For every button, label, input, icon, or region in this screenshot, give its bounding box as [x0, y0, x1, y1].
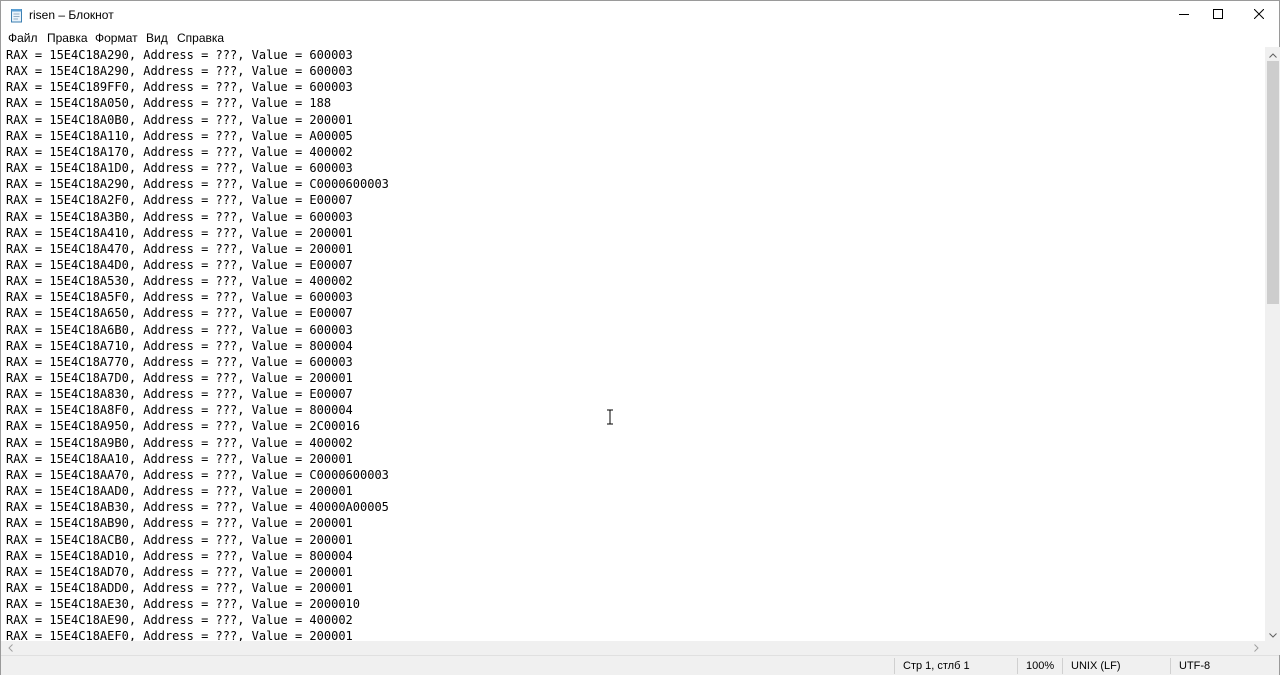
text-line: RAX = 15E4C18AE30, Address = ???, Value … — [6, 597, 361, 612]
scroll-left-button[interactable] — [3, 641, 17, 655]
notepad-icon — [10, 8, 23, 23]
text-line: RAX = 15E4C18A8F0, Address = ???, Value … — [6, 403, 353, 418]
text-line: RAX = 15E4C18A050, Address = ???, Value … — [6, 96, 332, 111]
scroll-down-button[interactable] — [1265, 627, 1280, 641]
text-line: RAX = 15E4C18A410, Address = ???, Value … — [6, 225, 353, 240]
text-line: RAX = 15E4C18A830, Address = ???, Value … — [6, 387, 353, 402]
text-line: RAX = 15E4C18A290, Address = ???, Value … — [6, 177, 389, 192]
text-line: RAX = 15E4C18AB30, Address = ???, Value … — [6, 500, 389, 515]
text-line: RAX = 15E4C18AEF0, Address = ???, Value … — [6, 629, 353, 641]
status-divider — [1062, 658, 1063, 674]
text-line: RAX = 15E4C18A950, Address = ???, Value … — [6, 419, 361, 434]
text-line: RAX = 15E4C18A710, Address = ???, Value … — [6, 338, 353, 353]
zoom-level: 100% — [1026, 660, 1055, 672]
chevron-right-icon — [1253, 641, 1259, 655]
text-line: RAX = 15E4C18A470, Address = ???, Value … — [6, 241, 353, 256]
text-line: RAX = 15E4C18ACB0, Address = ???, Value … — [6, 532, 353, 547]
chevron-down-icon — [1269, 627, 1277, 641]
maximize-icon — [1213, 8, 1223, 22]
status-divider — [894, 658, 895, 674]
scroll-right-button[interactable] — [1249, 641, 1263, 655]
vertical-scroll-thumb[interactable] — [1267, 61, 1279, 304]
text-line: RAX = 15E4C18A290, Address = ???, Value … — [6, 64, 353, 79]
text-line: RAX = 15E4C18AD70, Address = ???, Value … — [6, 564, 353, 579]
window-title: risen – Блокнот — [29, 8, 114, 22]
text-line: RAX = 15E4C189FF0, Address = ???, Value … — [6, 80, 353, 95]
status-divider — [1017, 658, 1018, 674]
minimize-icon — [1179, 8, 1189, 22]
text-line: RAX = 15E4C18A2F0, Address = ???, Value … — [6, 193, 353, 208]
menu-format[interactable]: Формат — [95, 31, 138, 45]
text-line: RAX = 15E4C18AA70, Address = ???, Value … — [6, 467, 389, 482]
menu-file[interactable]: Файл — [8, 31, 38, 45]
text-line: RAX = 15E4C18A170, Address = ???, Value … — [6, 144, 353, 159]
text-line: RAX = 15E4C18A1D0, Address = ???, Value … — [6, 161, 353, 176]
scrollbar-corner — [1265, 641, 1280, 655]
text-line: RAX = 15E4C18A9B0, Address = ???, Value … — [6, 435, 353, 450]
text-line: RAX = 15E4C18A4D0, Address = ???, Value … — [6, 257, 353, 272]
menu-edit[interactable]: Правка — [47, 31, 88, 45]
notepad-window: risen – Блокнот Файл Правка Формат Вид С… — [0, 0, 1280, 675]
line-endings: UNIX (LF) — [1071, 660, 1121, 672]
vertical-scrollbar[interactable] — [1265, 47, 1280, 641]
text-line: RAX = 15E4C18A290, Address = ???, Value … — [6, 48, 353, 62]
close-button[interactable] — [1236, 1, 1280, 29]
close-icon — [1253, 8, 1265, 22]
text-line: RAX = 15E4C18A770, Address = ???, Value … — [6, 354, 353, 369]
cursor-position: Стр 1, стлб 1 — [903, 660, 970, 672]
text-line: RAX = 15E4C18AB90, Address = ???, Value … — [6, 516, 353, 531]
text-line: RAX = 15E4C18A650, Address = ???, Value … — [6, 306, 353, 321]
text-line: RAX = 15E4C18A6B0, Address = ???, Value … — [6, 322, 353, 337]
text-line: RAX = 15E4C18A3B0, Address = ???, Value … — [6, 209, 353, 224]
text-line: RAX = 15E4C18AAD0, Address = ???, Value … — [6, 484, 353, 499]
text-line: RAX = 15E4C18A7D0, Address = ???, Value … — [6, 371, 353, 385]
status-divider — [1170, 658, 1171, 674]
status-bar: Стр 1, стлб 1 100% UNIX (LF) UTF-8 — [1, 655, 1279, 675]
text-line: RAX = 15E4C18A0B0, Address = ???, Value … — [6, 112, 353, 127]
title-bar[interactable]: risen – Блокнот — [1, 1, 1279, 29]
text-line: RAX = 15E4C18AD10, Address = ???, Value … — [6, 548, 353, 563]
chevron-up-icon — [1269, 47, 1277, 61]
maximize-button[interactable] — [1195, 1, 1241, 29]
text-line: RAX = 15E4C18A110, Address = ???, Value … — [6, 128, 353, 143]
text-cursor-icon — [605, 409, 615, 425]
menu-bar: Файл Правка Формат Вид Справка — [1, 29, 1279, 47]
scroll-up-button[interactable] — [1265, 47, 1280, 61]
chevron-left-icon — [7, 641, 13, 655]
text-line: RAX = 15E4C18AE90, Address = ???, Value … — [6, 613, 353, 628]
text-line: RAX = 15E4C18A5F0, Address = ???, Value … — [6, 290, 353, 305]
text-editor-area[interactable]: RAX = 15E4C18A290, Address = ???, Value … — [1, 47, 1265, 641]
text-line: RAX = 15E4C18A530, Address = ???, Value … — [6, 274, 353, 289]
menu-help[interactable]: Справка — [177, 31, 224, 45]
text-line: RAX = 15E4C18AA10, Address = ???, Value … — [6, 451, 353, 466]
encoding: UTF-8 — [1179, 660, 1211, 672]
horizontal-scrollbar[interactable] — [1, 641, 1265, 655]
text-line: RAX = 15E4C18ADD0, Address = ???, Value … — [6, 580, 353, 595]
menu-view[interactable]: Вид — [146, 31, 168, 45]
